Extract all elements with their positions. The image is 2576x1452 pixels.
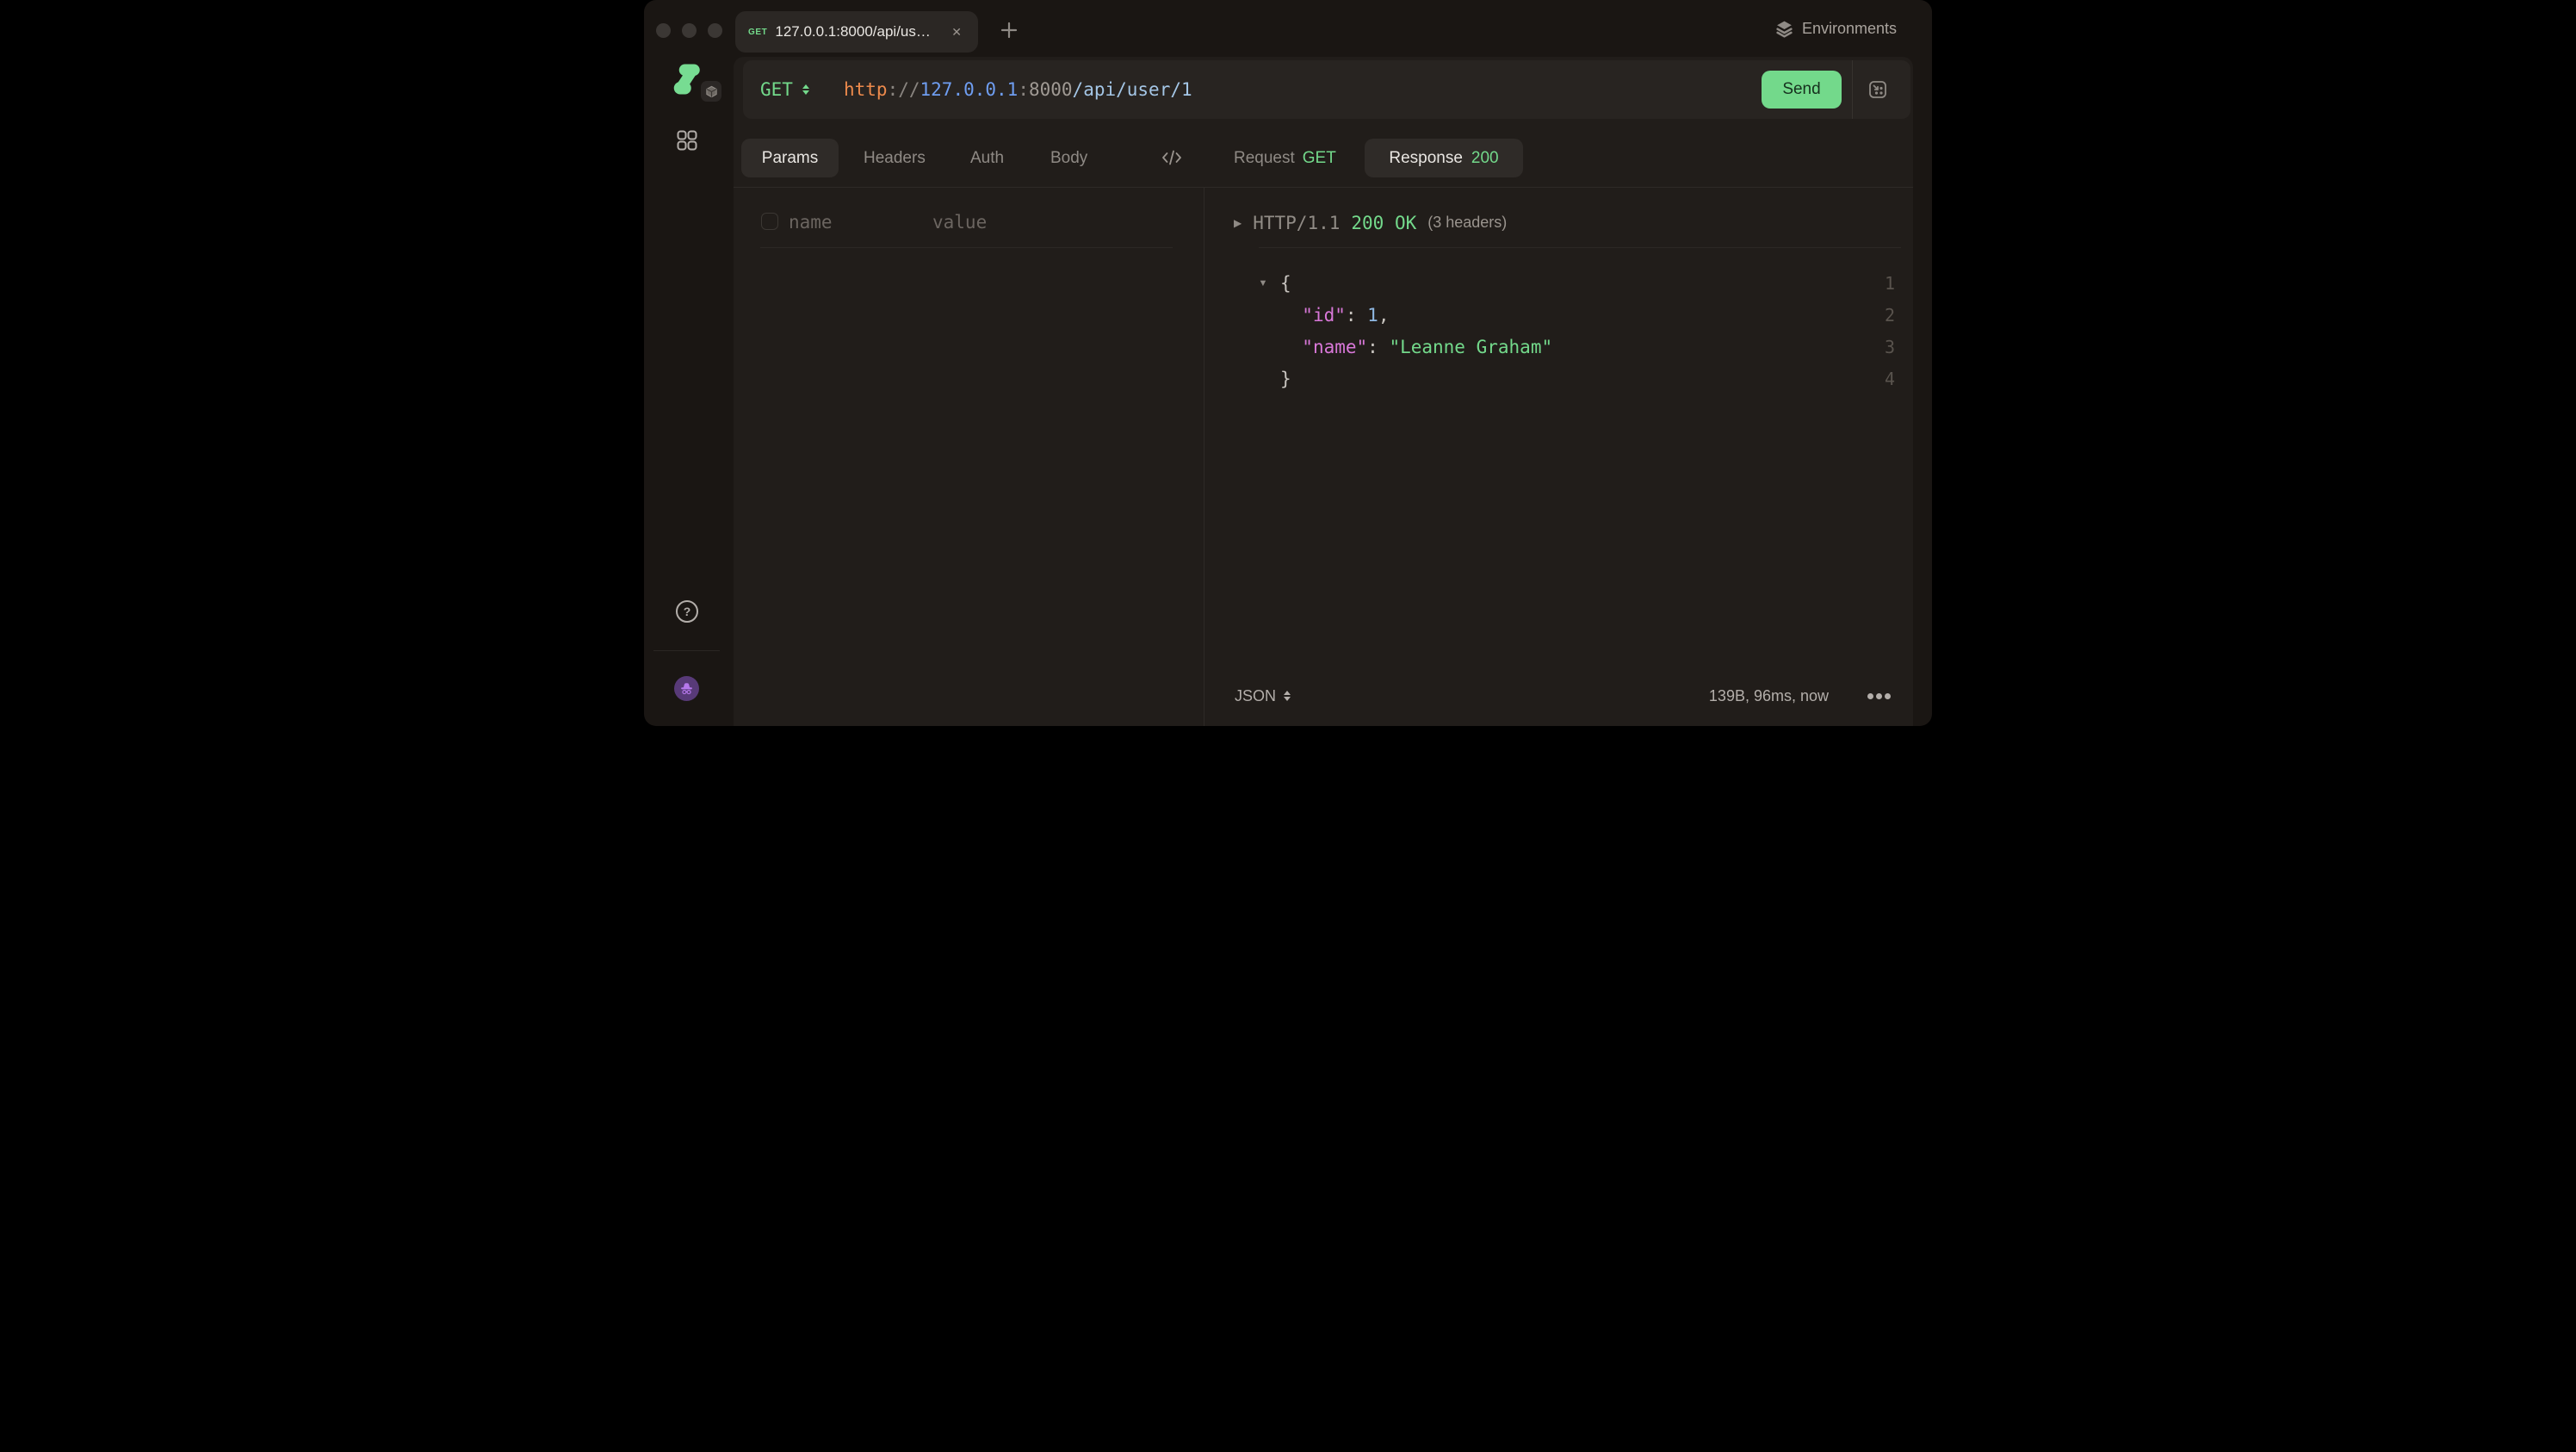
help-icon: ? [684, 605, 691, 618]
response-meta: 139B, 96ms, now [1709, 680, 1829, 711]
app-window: GET 127.0.0.1:8000/api/us… ✕ Environment… [644, 0, 1932, 726]
tab-response-label: Response [1389, 149, 1463, 168]
sort-arrows-icon [1284, 691, 1291, 702]
tab-title: 127.0.0.1:8000/api/us… [775, 23, 931, 40]
response-status-badge: 200 [1471, 149, 1499, 168]
urlbar-divider [1852, 60, 1853, 119]
headers-count: (3 headers) [1427, 214, 1507, 232]
triangle-right-icon: ▶ [1234, 217, 1242, 229]
param-enabled-checkbox[interactable] [761, 213, 778, 230]
dock-panel-icon [1867, 79, 1888, 100]
incognito-avatar-icon [678, 680, 695, 697]
help-button[interactable]: ? [676, 600, 698, 623]
close-icon[interactable]: ✕ [948, 23, 965, 41]
method-value: GET [760, 79, 793, 100]
url-token: :// [888, 79, 920, 100]
ellipsis-icon [1867, 693, 1873, 699]
url-token: : [1018, 79, 1029, 100]
tab-headers[interactable]: Headers [864, 139, 926, 177]
traffic-light-close[interactable] [656, 23, 671, 38]
response-divider [1259, 247, 1901, 248]
code-view-button[interactable] [1161, 148, 1182, 167]
tab-request-label: Request [1234, 149, 1295, 168]
code-text: "id": 1, [1280, 300, 1389, 332]
code-icon [1161, 148, 1182, 167]
response-format-value: JSON [1235, 687, 1276, 705]
environments-button[interactable]: Environments [1775, 0, 1897, 57]
fold-gutter [1255, 300, 1271, 332]
url-token: /api/user/1 [1073, 79, 1192, 100]
tab-method-badge: GET [748, 28, 767, 37]
param-row-divider [760, 247, 1173, 248]
url-token: 127.0.0.1 [920, 79, 1019, 100]
plus-icon [1000, 21, 1019, 40]
user-avatar[interactable] [674, 676, 699, 701]
sidebar-divider [653, 650, 720, 651]
main-panel: GET http://127.0.0.1:8000/api/user/1 Sen… [734, 57, 1913, 726]
url-bar: GET http://127.0.0.1:8000/api/user/1 Sen… [743, 60, 1910, 119]
line-number: 4 [1861, 363, 1895, 395]
traffic-light-minimize[interactable] [682, 23, 697, 38]
tab-auth[interactable]: Auth [970, 139, 1004, 177]
workspace-badge[interactable] [701, 81, 721, 102]
code-text: } [1280, 363, 1291, 395]
request-tab[interactable]: GET 127.0.0.1:8000/api/us… ✕ [735, 11, 978, 53]
tab-body[interactable]: Body [1050, 139, 1087, 177]
response-menu-button[interactable] [1867, 680, 1891, 711]
code-line: ▼ {1 [734, 268, 1913, 300]
code-text: "name": "Leanne Graham" [1280, 332, 1552, 363]
new-tab-button[interactable] [997, 18, 1021, 42]
tab-params[interactable]: Params [741, 139, 839, 177]
url-token: 8000 [1029, 79, 1073, 100]
response-body: ▼{1"id": 1,2"name": "Leanne Graham"3}4 [734, 268, 1913, 395]
cube-icon [705, 85, 718, 98]
layers-icon [1775, 20, 1793, 38]
url-input[interactable]: http://127.0.0.1:8000/api/user/1 [844, 60, 1192, 119]
traffic-light-zoom[interactable] [708, 23, 722, 38]
param-name-input[interactable] [789, 207, 918, 238]
param-value-input[interactable] [932, 207, 1122, 238]
sort-arrows-icon [802, 84, 809, 96]
protocol-label: HTTP/1.1 [1253, 213, 1340, 233]
send-button[interactable]: Send [1762, 71, 1842, 109]
fold-gutter [1255, 332, 1271, 363]
method-select[interactable]: GET [760, 60, 809, 119]
line-number: 2 [1861, 300, 1895, 332]
status-label: 200 OK [1351, 213, 1416, 233]
tab-response[interactable]: Response 200 [1365, 139, 1523, 177]
line-number: 1 [1861, 268, 1895, 300]
workspaces-button[interactable] [677, 130, 697, 151]
app-logo[interactable] [673, 64, 700, 99]
code-line: "name": "Leanne Graham" 3 [734, 332, 1913, 363]
url-token: http [844, 79, 888, 100]
layout-panel-button[interactable] [1867, 79, 1888, 100]
line-number: 3 [1861, 332, 1895, 363]
tab-request[interactable]: Request GET [1234, 139, 1336, 177]
triangle-down-icon[interactable]: ▼ [1255, 268, 1271, 300]
fold-gutter [1255, 363, 1271, 395]
code-line: "id": 1, 2 [734, 300, 1913, 332]
response-status-line[interactable]: ▶ HTTP/1.1 200 OK (3 headers) [1234, 207, 1507, 239]
tab-params-label: Params [762, 149, 818, 168]
grid-icon [677, 130, 697, 151]
code-text: { [1280, 268, 1291, 300]
tab-request-method: GET [1303, 149, 1336, 168]
environments-label: Environments [1802, 20, 1897, 38]
tabrow-divider [734, 187, 1913, 188]
response-format-select[interactable]: JSON [1235, 680, 1291, 711]
code-line: }4 [734, 363, 1913, 395]
